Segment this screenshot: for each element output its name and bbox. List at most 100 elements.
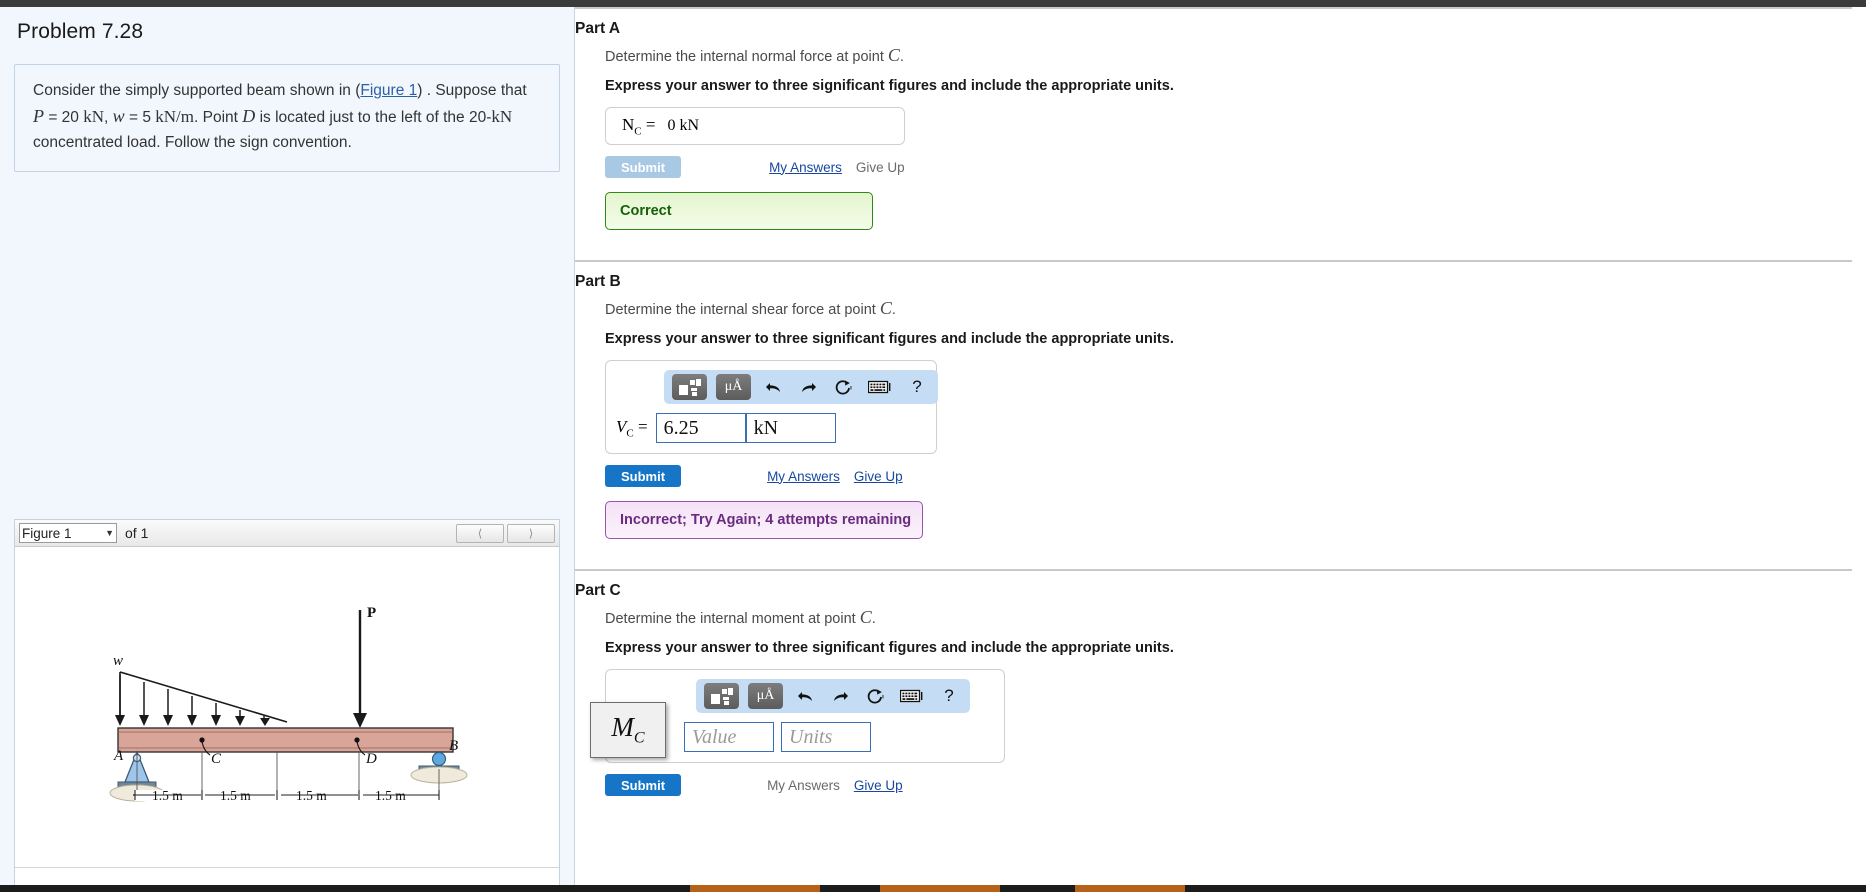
part-b-prompt-symbol: C: [879, 298, 892, 318]
figure-toolbar: Figure 1 ▼ of 1 ⟨ ⟩: [15, 520, 559, 547]
point-C-label: C: [211, 751, 222, 767]
part-a-answer-box[interactable]: NC = 0 kN: [605, 107, 905, 145]
figure-next-button[interactable]: ⟩: [507, 523, 555, 543]
taskbar-item-3[interactable]: [1075, 885, 1185, 892]
undo-arrow-icon[interactable]: [792, 683, 818, 709]
greek-units-icon[interactable]: μÅ: [748, 683, 783, 709]
math-template-icon[interactable]: [672, 374, 707, 400]
chevron-down-icon: ▼: [105, 528, 114, 538]
point-B-label: B: [449, 738, 458, 754]
part-b-units-input[interactable]: kN: [745, 413, 836, 443]
figure-select[interactable]: Figure 1 ▼: [19, 523, 117, 543]
help-question-icon[interactable]: ?: [904, 374, 930, 400]
dim-text-4: 1.5 m: [375, 788, 406, 803]
tail-unit: kN: [491, 107, 513, 127]
part-b-submit-button[interactable]: Submit: [605, 465, 682, 487]
part-c-tooltip-label: MC: [611, 712, 645, 747]
part-a-answer-label: NC =: [622, 114, 656, 138]
figure-viewer: Figure 1 ▼ of 1 ⟨ ⟩ w P A B C D 1.5 m 1.…: [14, 519, 560, 892]
part-c-title: Part C: [575, 582, 621, 599]
undo-arrow-icon[interactable]: [760, 374, 786, 400]
figure-prev-button[interactable]: ⟨: [456, 523, 504, 543]
P-unit: kN: [83, 107, 105, 127]
part-a-my-answers-link[interactable]: My Answers: [769, 160, 842, 175]
symbol-P: P: [33, 106, 44, 127]
part-c-math-toolbar: μÅ ?: [696, 679, 970, 713]
part-b-input-row: VC = 6.25 kN: [616, 413, 926, 443]
point-D-label: D: [365, 751, 377, 767]
figure-canvas[interactable]: w P A B C D 1.5 m 1.5 m 1.5 m 1.5 m: [15, 547, 559, 867]
part-b-my-answers-link[interactable]: My Answers: [767, 469, 840, 484]
part-a-answer-value: 0 kN: [667, 117, 700, 134]
w-equation: = 5: [128, 109, 151, 127]
part-c-give-up-link[interactable]: Give Up: [854, 778, 903, 793]
reset-circular-arrow-icon[interactable]: [862, 683, 888, 709]
load-w-label: w: [113, 653, 123, 669]
keyboard-icon[interactable]: [897, 683, 927, 709]
help-question-icon[interactable]: ?: [936, 683, 962, 709]
part-b-prompt-period: .: [891, 302, 896, 318]
P-equation: = 20: [48, 109, 79, 127]
part-c-units-input[interactable]: Units: [781, 722, 871, 752]
figure-select-value: Figure 1: [22, 525, 72, 541]
part-b-answer-box[interactable]: μÅ ? VC = 6.25 kN: [605, 360, 938, 454]
load-P-label: P: [367, 605, 376, 621]
dim-text-3: 1.5 m: [296, 788, 327, 803]
part-c-submit-button[interactable]: Submit: [605, 774, 682, 796]
dim-text-2: 1.5 m: [220, 788, 251, 803]
part-c-instruction: Express your answer to three significant…: [605, 640, 1174, 656]
part-a-give-up-link[interactable]: Give Up: [856, 160, 905, 175]
part-c-prompt-symbol: C: [859, 607, 872, 627]
keyboard-icon[interactable]: [865, 374, 895, 400]
part-a-title: Part A: [575, 20, 621, 37]
problem-text-pre: Consider the simply supported beam shown…: [33, 82, 361, 99]
part-c-my-answers-link[interactable]: My Answers: [767, 778, 840, 793]
figure-nav: ⟨ ⟩: [456, 523, 555, 543]
part-b-title: Part B: [575, 273, 621, 290]
page-title: Problem 7.28: [17, 20, 144, 43]
figure-1-link[interactable]: Figure 1: [360, 82, 417, 99]
part-c-value-input[interactable]: Value: [684, 722, 774, 752]
part-c-prompt-period: .: [871, 611, 876, 627]
problem-panel: Problem 7.28 Consider the simply support…: [0, 7, 575, 892]
taskbar-item-1[interactable]: [690, 885, 820, 892]
comma-1: ,: [104, 109, 109, 127]
part-c-answer-box[interactable]: MC μÅ ? Value Units: [590, 669, 1005, 763]
part-a-prompt-period: .: [899, 49, 904, 65]
part-b-give-up-link[interactable]: Give Up: [854, 469, 903, 484]
part-b-answer-label: VC =: [616, 416, 648, 440]
part-a-prompt: Determine the internal normal force at p…: [605, 45, 1852, 78]
part-c-input-row: Value Units: [684, 722, 994, 752]
part-b-prompt: Determine the internal shear force at po…: [605, 298, 1852, 331]
taskbar-item-2[interactable]: [880, 885, 1000, 892]
part-a-prompt-text: Determine the internal normal force at p…: [605, 49, 884, 65]
symbol-w: w: [112, 106, 125, 127]
reset-circular-arrow-icon[interactable]: [830, 374, 856, 400]
part-a-section: Part A Determine the internal normal for…: [575, 7, 1852, 260]
part-a-actions: Submit My Answers Give Up: [605, 145, 1852, 178]
part-c-prompt-text: Determine the internal moment at point: [605, 611, 856, 627]
part-c-actions: Submit My Answers Give Up: [605, 763, 1852, 796]
w-unit: kN/m: [155, 107, 194, 127]
greek-units-icon[interactable]: μÅ: [716, 374, 751, 400]
page-root: Problem 7.28 Consider the simply support…: [0, 7, 1866, 892]
part-b-prompt-text: Determine the internal shear force at po…: [605, 302, 876, 318]
beam-diagram: w P A B C D 1.5 m 1.5 m 1.5 m 1.5 m: [109, 605, 468, 803]
redo-arrow-icon[interactable]: [827, 683, 853, 709]
problem-text-mid: ) . Suppose that: [417, 82, 527, 99]
part-a-instruction: Express your answer to three significant…: [605, 78, 1174, 94]
period-1: . Point: [194, 109, 238, 127]
part-b-feedback: Incorrect; Try Again; 4 attempts remaini…: [605, 501, 923, 539]
point-A-label: A: [113, 748, 124, 764]
dim-text-1: 1.5 m: [152, 788, 183, 803]
part-a-submit-button[interactable]: Submit: [605, 156, 682, 178]
part-a-feedback: Correct: [605, 192, 873, 230]
part-c-prompt: Determine the internal moment at point C…: [605, 607, 1852, 640]
problem-statement: Consider the simply supported beam shown…: [14, 64, 560, 172]
math-template-icon[interactable]: [704, 683, 739, 709]
part-b-value-input[interactable]: 6.25: [655, 413, 746, 443]
part-b-section: Part B Determine the internal shear forc…: [575, 260, 1852, 569]
problem-text-end: concentrated load. Follow the sign conve…: [33, 133, 352, 151]
figure-count-label: of 1: [125, 525, 149, 541]
redo-arrow-icon[interactable]: [795, 374, 821, 400]
